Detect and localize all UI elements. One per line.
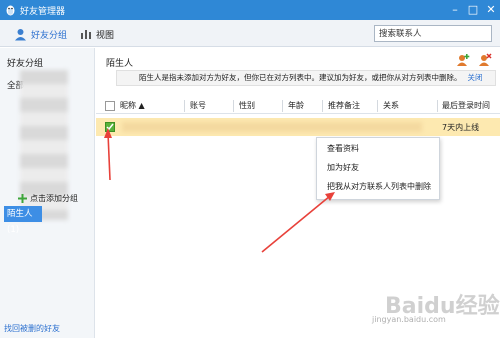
column-header[interactable]: 年龄 — [288, 100, 304, 111]
column-header[interactable]: 昵称 ▲ — [120, 100, 145, 111]
context-menu: 查看资料 加为好友 把我从对方联系人列表中删除 — [316, 137, 440, 200]
table-header: 昵称 ▲ 账号 性别 年龄 推荐备注 关系 最后登录时间 — [96, 98, 500, 114]
blurred-contact-info — [122, 122, 422, 132]
remove-contact-icon[interactable] — [478, 53, 492, 67]
view-menu[interactable]: 视图 — [80, 26, 114, 42]
sidebar: 好友分组 全部 点击添加分组 陌生人(1) 找回被删的好友 — [0, 48, 95, 338]
column-header[interactable]: 关系 — [383, 100, 399, 111]
notice-close-link[interactable]: 关闭 — [468, 73, 483, 82]
title-bar: 好友管理器 – □ ✕ — [0, 0, 500, 20]
group-title: 陌生人 — [106, 59, 134, 69]
plus-icon — [18, 194, 27, 203]
contacts-icon — [15, 28, 26, 40]
baidu-watermark-logo: Baidu经验 — [385, 293, 500, 319]
stranger-notice: 陌生人是指未添加对方为好友，但你已在对方列表中。建议加为好友，或把你从对方列表中… — [116, 70, 496, 86]
view-icon — [81, 30, 91, 39]
column-header[interactable]: 账号 — [190, 100, 206, 111]
close-button[interactable]: ✕ — [482, 0, 500, 20]
friend-groups-label: 好友分组 — [31, 30, 68, 41]
watermark-url: jingyan.baidu.com — [372, 315, 446, 324]
toolbar: 好友分组 视图 — [0, 20, 500, 47]
qq-penguin-icon — [6, 5, 15, 16]
column-header[interactable]: 性别 — [239, 100, 255, 111]
checkmark-icon — [106, 123, 114, 131]
view-label: 视图 — [96, 30, 115, 41]
last-login-cell: 7天内上线 — [442, 123, 480, 132]
menu-item-remove-me[interactable]: 把我从对方联系人列表中删除 — [327, 181, 431, 192]
minimize-button[interactable]: – — [446, 0, 464, 20]
column-header[interactable]: 推荐备注 — [328, 100, 360, 111]
add-group-button[interactable]: 点击添加分组 — [18, 193, 78, 204]
select-all-checkbox[interactable] — [105, 101, 115, 111]
column-header[interactable]: 最后登录时间 — [442, 100, 490, 111]
add-contact-icon[interactable] — [456, 53, 470, 67]
sidebar-item-strangers[interactable]: 陌生人(1) — [4, 206, 42, 235]
add-group-label: 点击添加分组 — [30, 194, 78, 203]
search-box[interactable] — [374, 25, 492, 42]
maximize-button[interactable]: □ — [464, 0, 482, 20]
menu-item-view-profile[interactable]: 查看资料 — [327, 143, 359, 154]
menu-item-add-friend[interactable]: 加为好友 — [327, 162, 359, 173]
search-input[interactable] — [375, 26, 491, 41]
row-checkbox[interactable] — [105, 122, 115, 132]
sidebar-header: 好友分组 — [7, 59, 44, 69]
notice-text: 陌生人是指未添加对方为好友，但你已在对方列表中。建议加为好友，或把你从对方列表中… — [139, 73, 462, 82]
recover-deleted-friends-link[interactable]: 找回被删的好友 — [4, 323, 60, 334]
table-row[interactable]: 7天内上线 — [96, 118, 500, 136]
friend-groups-tab[interactable]: 好友分组 — [14, 26, 67, 42]
window-title: 好友管理器 — [20, 7, 66, 17]
